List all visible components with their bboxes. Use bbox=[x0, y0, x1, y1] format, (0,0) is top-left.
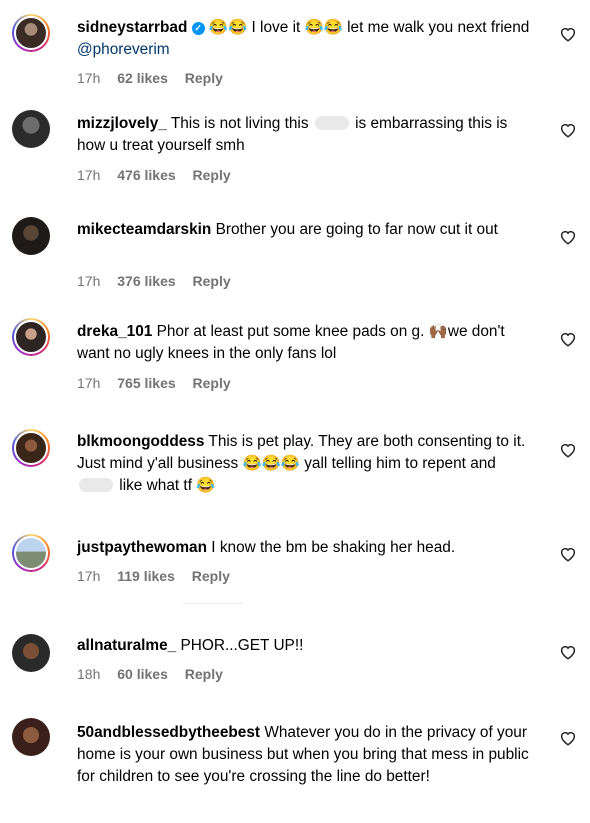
likes-count[interactable]: 60 likes bbox=[117, 666, 168, 682]
censored-word bbox=[79, 478, 113, 492]
likes-count[interactable]: 62 likes bbox=[117, 70, 168, 86]
comment-meta: 17h 765 likes Reply bbox=[77, 375, 244, 391]
heart-outline-icon[interactable] bbox=[559, 228, 577, 246]
username[interactable]: mizzjlovely_ bbox=[77, 115, 167, 132]
comment-text: allnaturalme_ PHOR...GET UP!! bbox=[77, 637, 304, 654]
censored-word bbox=[314, 116, 349, 130]
avatar[interactable] bbox=[12, 110, 50, 148]
reply-button[interactable]: Reply bbox=[193, 375, 231, 391]
comment-meta: 17h 376 likes Reply bbox=[77, 273, 244, 289]
reply-button[interactable]: Reply bbox=[193, 167, 231, 183]
comment-text: mizzjlovely_ This is not living this is … bbox=[77, 115, 508, 154]
reply-button[interactable]: Reply bbox=[185, 70, 223, 86]
avatar[interactable] bbox=[12, 318, 50, 356]
username[interactable]: mikecteamdarskin bbox=[77, 221, 211, 238]
comment-text: 50andblessedbytheebest Whatever you do i… bbox=[77, 724, 529, 785]
avatar[interactable] bbox=[12, 14, 50, 52]
likes-count[interactable]: 376 likes bbox=[117, 273, 175, 289]
comment-text: dreka_101 Phor at least put some knee pa… bbox=[77, 323, 505, 362]
timestamp: 17h bbox=[77, 70, 101, 86]
avatar[interactable] bbox=[12, 217, 50, 255]
divider bbox=[183, 603, 243, 604]
comment-text: mikecteamdarskin Brother you are going t… bbox=[77, 221, 498, 238]
heart-outline-icon[interactable] bbox=[559, 330, 577, 348]
timestamp: 18h bbox=[77, 666, 101, 682]
timestamp: 17h bbox=[77, 273, 101, 289]
mention-link[interactable]: @phoreverim bbox=[77, 41, 170, 58]
comment-text: blkmoongoddess This is pet play. They ar… bbox=[77, 433, 526, 494]
likes-count[interactable]: 765 likes bbox=[117, 375, 175, 391]
heart-outline-icon[interactable] bbox=[559, 545, 577, 563]
timestamp: 17h bbox=[77, 167, 101, 183]
timestamp: 17h bbox=[77, 375, 101, 391]
heart-outline-icon[interactable] bbox=[559, 441, 577, 459]
heart-outline-icon[interactable] bbox=[559, 643, 577, 661]
avatar[interactable] bbox=[12, 534, 50, 572]
comment-text: justpaythewoman I know the bm be shaking… bbox=[77, 539, 456, 556]
comment-meta: 17h 476 likes Reply bbox=[77, 167, 244, 183]
username[interactable]: dreka_101 bbox=[77, 323, 152, 340]
username[interactable]: justpaythewoman bbox=[77, 539, 207, 556]
comment-meta: 17h 119 likes Reply bbox=[77, 568, 243, 584]
comment-meta: 17h 62 likes Reply bbox=[77, 70, 236, 86]
comment-meta: 18h 60 likes Reply bbox=[77, 666, 236, 682]
username[interactable]: 50andblessedbytheebest bbox=[77, 724, 260, 741]
timestamp: 17h bbox=[77, 568, 101, 584]
avatar[interactable] bbox=[12, 429, 50, 467]
username[interactable]: allnaturalme_ bbox=[77, 637, 176, 654]
likes-count[interactable]: 476 likes bbox=[117, 167, 175, 183]
heart-outline-icon[interactable] bbox=[559, 121, 577, 139]
avatar[interactable] bbox=[12, 718, 50, 756]
reply-button[interactable]: Reply bbox=[185, 666, 223, 682]
likes-count[interactable]: 119 likes bbox=[117, 568, 175, 584]
heart-outline-icon[interactable] bbox=[559, 25, 577, 43]
comment-text: sidneystarrbad ✓ 😂😂 I love it 😂😂 let me … bbox=[77, 19, 530, 58]
username[interactable]: blkmoongoddess bbox=[77, 433, 204, 450]
verified-badge-icon: ✓ bbox=[191, 22, 205, 35]
heart-outline-icon[interactable] bbox=[559, 729, 577, 747]
username[interactable]: sidneystarrbad bbox=[77, 19, 187, 36]
reply-button[interactable]: Reply bbox=[193, 273, 231, 289]
avatar[interactable] bbox=[12, 634, 50, 672]
reply-button[interactable]: Reply bbox=[192, 568, 230, 584]
